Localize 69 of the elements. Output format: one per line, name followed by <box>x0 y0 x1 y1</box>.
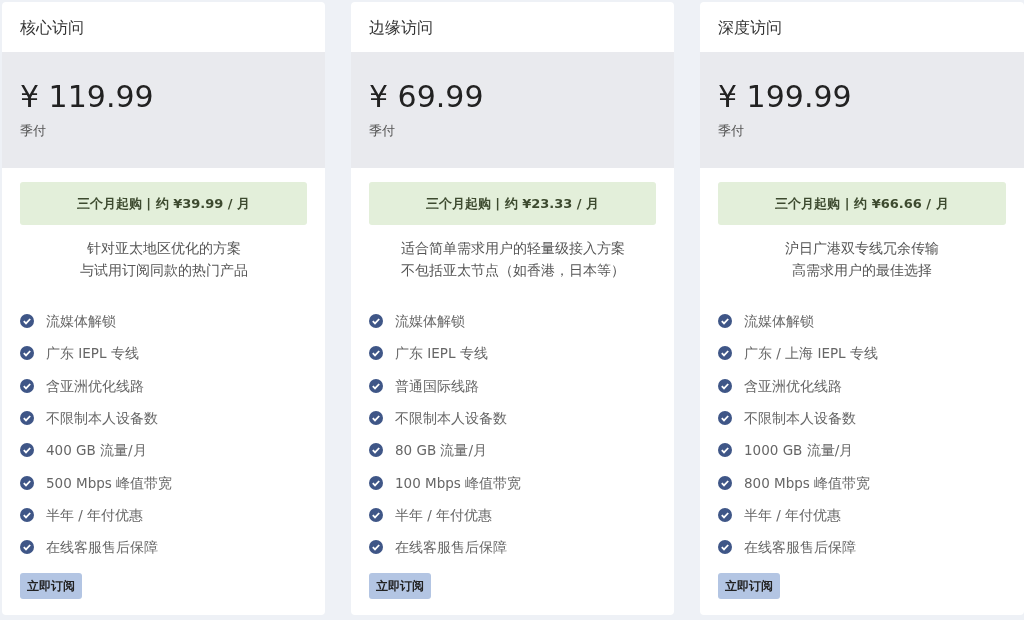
check-circle-icon <box>20 346 34 361</box>
feature-text: 不限制本人设备数 <box>395 408 507 428</box>
feature-text: 在线客服售后保障 <box>744 538 856 558</box>
plan-title: 核心访问 <box>19 17 85 39</box>
check-circle-icon <box>20 443 34 458</box>
check-circle-icon <box>20 378 34 393</box>
check-circle-icon <box>369 378 383 393</box>
feature-text: 流媒体解锁 <box>744 312 814 331</box>
feature-text: 100 Mbps 峰值带宽 <box>395 473 522 493</box>
price: ¥ 69.99 <box>369 80 485 113</box>
check-circle-icon <box>718 475 732 490</box>
feature-text: 800 Mbps 峰值带宽 <box>744 473 871 493</box>
feature-text: 广东 / 上海 IEPL 专线 <box>744 344 878 364</box>
feature-text: 含亚洲优化线路 <box>46 376 144 396</box>
subscribe-button[interactable]: 立即订阅 <box>718 573 780 600</box>
promo-banner: 三个月起购 | 约 ¥23.33 / 月 <box>369 182 656 225</box>
feature-text: 不限制本人设备数 <box>744 408 856 428</box>
feature-text: 含亚洲优化线路 <box>744 376 842 396</box>
billing-period: 季付 <box>718 122 745 140</box>
billing-period: 季付 <box>369 122 396 140</box>
check-circle-icon <box>369 346 383 361</box>
description-line: 高需求用户的最佳选择 <box>791 261 933 280</box>
plan-title: 边缘访问 <box>368 17 434 39</box>
feature-text: 80 GB 流量/月 <box>395 441 488 461</box>
check-circle-icon <box>369 314 383 329</box>
check-circle-icon <box>369 443 383 458</box>
feature-text: 400 GB 流量/月 <box>46 441 147 461</box>
feature-text: 广东 IEPL 专线 <box>46 344 139 364</box>
description-line: 适合简单需求用户的轻量级接入方案 <box>399 239 626 258</box>
check-circle-icon <box>718 378 732 393</box>
feature-text: 半年 / 年付优惠 <box>395 505 493 525</box>
check-circle-icon <box>369 507 383 522</box>
subscribe-button[interactable]: 立即订阅 <box>20 573 82 600</box>
feature-text: 不限制本人设备数 <box>46 408 158 428</box>
description-line: 沪日广港双专线冗余传输 <box>784 239 940 258</box>
check-circle-icon <box>20 475 34 490</box>
check-circle-icon <box>369 540 383 555</box>
check-circle-icon <box>718 540 732 555</box>
billing-period: 季付 <box>20 122 47 140</box>
feature-text: 在线客服售后保障 <box>46 538 158 558</box>
check-circle-icon <box>718 443 732 458</box>
check-circle-icon <box>718 314 732 329</box>
check-circle-icon <box>369 411 383 426</box>
description-line: 针对亚太地区优化的方案 <box>85 239 242 258</box>
feature-text: 在线客服售后保障 <box>395 538 507 558</box>
promo-banner: 三个月起购 | 约 ¥66.66 / 月 <box>718 182 1006 225</box>
feature-text: 流媒体解锁 <box>395 312 465 331</box>
feature-text: 500 Mbps 峰值带宽 <box>46 473 173 493</box>
feature-text: 广东 IEPL 专线 <box>395 344 488 364</box>
feature-text: 普通国际线路 <box>395 376 479 396</box>
subscribe-button[interactable]: 立即订阅 <box>369 573 431 600</box>
feature-text: 流媒体解锁 <box>46 312 116 331</box>
feature-text: 半年 / 年付优惠 <box>46 505 144 525</box>
check-circle-icon <box>718 346 732 361</box>
check-circle-icon <box>20 540 34 555</box>
promo-banner: 三个月起购 | 约 ¥39.99 / 月 <box>20 182 307 225</box>
plan-title: 深度访问 <box>717 17 783 39</box>
check-circle-icon <box>20 507 34 522</box>
feature-text: 半年 / 年付优惠 <box>744 505 842 525</box>
description-line: 与试用订阅同款的热门产品 <box>78 261 249 280</box>
price: ¥ 199.99 <box>718 80 853 113</box>
description-line: 不包括亚太节点（如香港，日本等） <box>399 261 626 280</box>
check-circle-icon <box>20 314 34 329</box>
check-circle-icon <box>718 411 732 426</box>
check-circle-icon <box>369 475 383 490</box>
check-circle-icon <box>20 411 34 426</box>
check-circle-icon <box>718 507 732 522</box>
feature-text: 1000 GB 流量/月 <box>744 441 854 461</box>
price: ¥ 119.99 <box>20 80 155 113</box>
